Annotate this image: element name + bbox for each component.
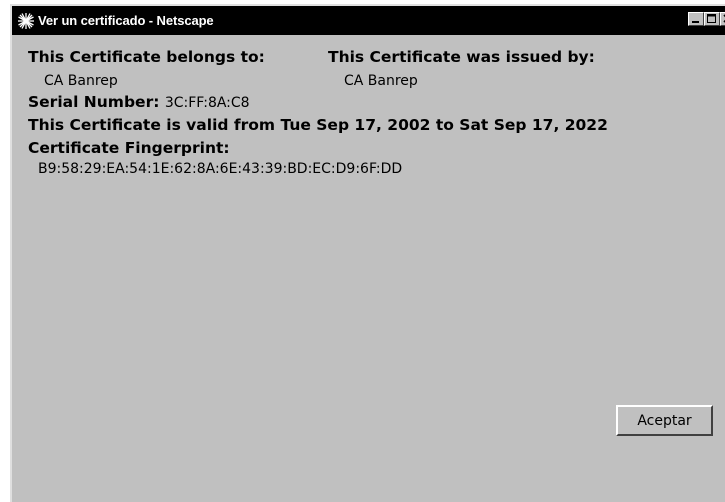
minimize-icon (692, 21, 699, 23)
serial-number-label: Serial Number: (28, 93, 165, 111)
title-bar[interactable]: Ver un certificado - Netscape (12, 6, 725, 35)
maximize-icon (707, 14, 716, 23)
close-button[interactable] (720, 12, 725, 26)
serial-number-row: Serial Number: 3C:FF:8A:C8 (28, 93, 250, 111)
window-controls (688, 12, 725, 26)
window-title: Ver un certificado - Netscape (38, 13, 214, 28)
maximize-button[interactable] (704, 12, 720, 26)
minimize-button[interactable] (688, 12, 704, 26)
issued-by-value: CA Banrep (344, 73, 418, 89)
netscape-starburst-icon (17, 12, 35, 30)
fingerprint-value: B9:58:29:EA:54:1E:62:8A:6E:43:39:BD:EC:D… (38, 161, 403, 177)
fingerprint-label: Certificate Fingerprint: (28, 139, 230, 157)
issued-by-label: This Certificate was issued by: (328, 48, 595, 66)
certificate-window: Ver un certificado - Netscape This Certi… (10, 4, 725, 502)
belongs-to-label: This Certificate belongs to: (28, 48, 265, 66)
validity-period: This Certificate is valid from Tue Sep 1… (28, 116, 608, 134)
belongs-to-value: CA Banrep (44, 73, 118, 89)
serial-number-value: 3C:FF:8A:C8 (164, 95, 250, 111)
accept-button[interactable]: Aceptar (616, 405, 713, 436)
close-icon (723, 14, 725, 23)
